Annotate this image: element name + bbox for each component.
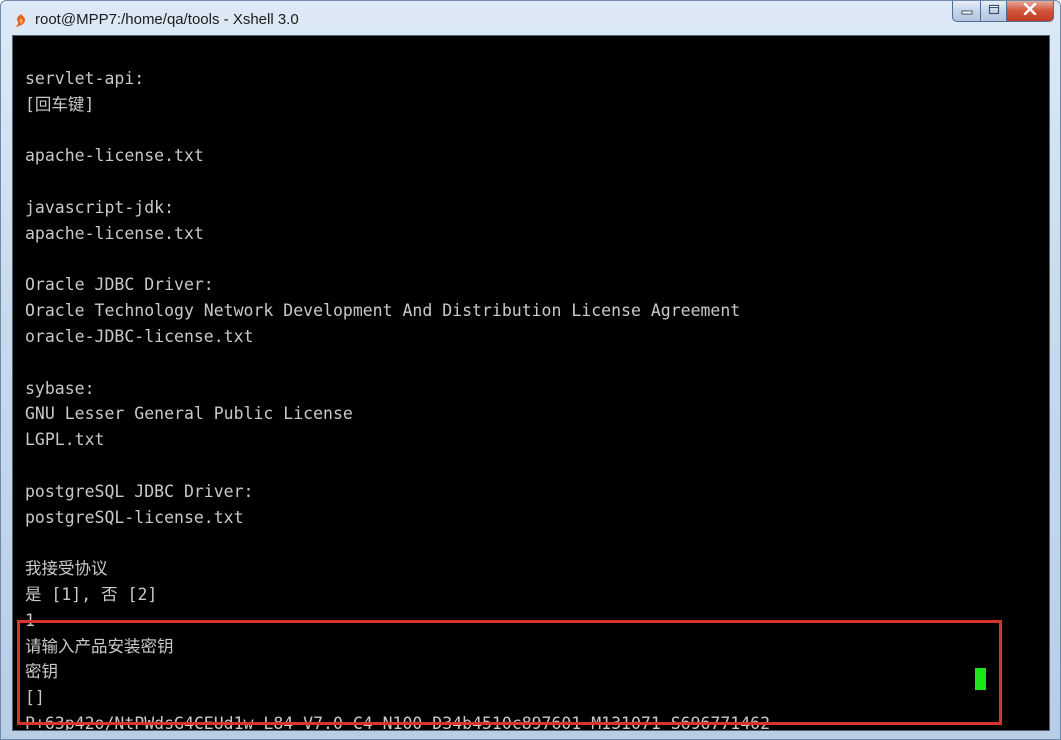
close-button[interactable] <box>1007 1 1054 22</box>
terminal-line: sybase: <box>25 378 95 398</box>
window-title: root@MPP7:/home/qa/tools - Xshell 3.0 <box>35 11 299 28</box>
maximize-button[interactable] <box>980 1 1007 22</box>
terminal-line: apache-license.txt <box>25 223 204 243</box>
terminal-line: GNU Lesser General Public License <box>25 404 353 424</box>
terminal-line: Oracle Technology Network Development An… <box>25 301 741 321</box>
terminal-line: servlet-api: <box>25 69 145 88</box>
terminal-line: oracle-JDBC-license.txt <box>25 326 254 346</box>
maximize-icon <box>988 2 1000 20</box>
terminal-line: LGPL.txt <box>25 430 105 450</box>
terminal-line: 是 [1], 否 [2] <box>25 584 158 604</box>
terminal-line: postgreSQL JDBC Driver: <box>25 481 254 501</box>
terminal-line: javascript-jdk: <box>25 197 175 217</box>
terminal-line: Oracle JDBC Driver: <box>25 275 214 295</box>
terminal-line: postgreSQL-license.txt <box>25 507 244 527</box>
terminal-line: [回车键] <box>25 94 95 114</box>
minimize-button[interactable] <box>952 1 980 22</box>
terminal-line: apache-license.txt <box>25 146 204 166</box>
minimize-icon <box>961 2 973 20</box>
title-bar[interactable]: root@MPP7:/home/qa/tools - Xshell 3.0 <box>1 1 1060 35</box>
xshell-window: root@MPP7:/home/qa/tools - Xshell 3.0 se… <box>0 0 1061 740</box>
highlight-annotation <box>17 620 1002 725</box>
xshell-app-icon[interactable] <box>13 13 29 29</box>
caption-buttons <box>952 1 1054 23</box>
terminal-line: 我接受协议 <box>25 559 108 579</box>
close-icon <box>1023 2 1037 20</box>
